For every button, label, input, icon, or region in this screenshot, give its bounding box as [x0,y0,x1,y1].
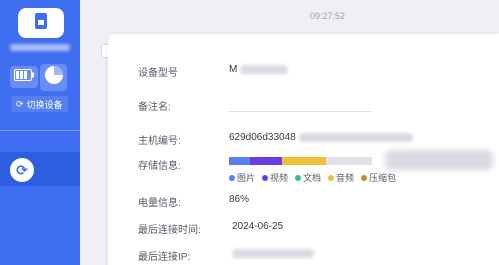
last-connect-time-value: 2024-06-25 [232,221,284,232]
device-card[interactable] [18,8,64,38]
storage-bar [229,157,372,165]
legend-item: 图片 [229,171,255,184]
model-value: M [229,64,289,75]
legend-label: 压缩包 [369,173,397,183]
battery-icon [14,68,34,86]
host-id-value: 629d06d33048 [229,132,413,143]
pie-icon [44,65,64,90]
switch-icon: ⟳ [16,98,24,109]
legend-dot-icon [262,174,269,181]
legend-dot-icon [361,174,368,181]
legend-label: 文档 [303,173,322,183]
legend-item: 视频 [262,171,288,184]
switch-device-button[interactable]: ⟳ 切换设备 [11,96,68,112]
storage-segment-1 [250,157,282,165]
model-label: 设备型号 [138,68,178,79]
message-timestamp: 09:27:52 [310,11,346,21]
sidebar [0,0,80,265]
battery-value: 86% [229,194,250,205]
legend-item: 音频 [328,171,354,184]
legend-item: 文档 [295,171,321,184]
storage-tile [40,64,67,91]
storage-segment-3 [281,157,327,165]
note-input[interactable] [229,111,371,112]
legend-label: 音频 [336,173,355,183]
legend-dot-icon [328,174,335,181]
legend-label: 图片 [237,173,256,183]
storage-usage-text [385,150,493,170]
note-label: 备注名: [138,102,171,113]
storage-legend: 图片 视频 文档 音频 压缩包 [229,171,396,184]
legend-dot-icon [295,174,302,181]
host-id-label: 主机编号: [138,136,181,147]
legend-dot-icon [229,174,235,181]
device-name [10,44,70,51]
battery-tile [10,66,38,88]
storage-label: 存储信息: [138,161,181,172]
sync-icon[interactable]: ⟳ [10,158,34,182]
sidebar-divider [0,130,80,131]
last-connect-ip-value [232,248,314,259]
battery-label: 电量信息: [138,198,181,209]
legend-label: 视频 [270,173,289,183]
storage-segment-0 [229,157,251,165]
phone-icon [34,12,48,35]
last-connect-time-label: 最后连接时间: [138,225,201,236]
legend-item: 压缩包 [361,171,396,184]
last-connect-ip-label: 最后连接IP: [138,252,191,263]
switch-device-label: 切换设备 [26,99,63,110]
